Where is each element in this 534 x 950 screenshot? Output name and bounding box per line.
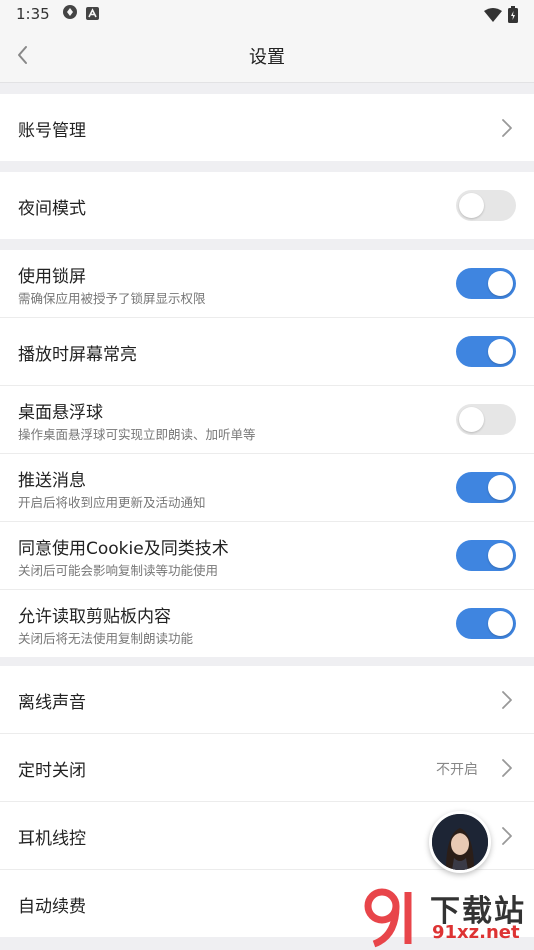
floating-ball-label: 桌面悬浮球 [18, 403, 103, 423]
chevron-right-icon [502, 759, 512, 777]
floating-ball-sub: 操作桌面悬浮球可实现立即朗读、加听单等 [18, 427, 256, 442]
chevron-right-icon [502, 691, 512, 709]
timer-off-value: 不开启 [436, 762, 478, 778]
chevron-right-icon [502, 827, 512, 845]
push-messages-row: 推送消息 开启后将收到应用更新及活动通知 [0, 454, 534, 522]
clipboard-sub: 关闭后将无法使用复制朗读功能 [18, 631, 194, 646]
timer-off-row[interactable]: 定时关闭 不开启 [0, 734, 534, 802]
cookie-consent-toggle[interactable] [456, 540, 516, 571]
status-time: 1:35 [16, 5, 50, 23]
a-notification-icon [85, 5, 99, 24]
floating-ball-toggle[interactable] [456, 404, 516, 435]
toggle-knob [459, 407, 484, 432]
screen-on-row: 播放时屏幕常亮 [0, 318, 534, 386]
timer-off-label: 定时关闭 [18, 761, 86, 781]
night-mode-label: 夜间模式 [18, 199, 86, 219]
push-messages-sub: 开启后将收到应用更新及活动通知 [18, 495, 206, 510]
watermark-logo: 下载站 91xz.net [362, 884, 532, 948]
push-messages-toggle[interactable] [456, 472, 516, 503]
headset-control-label: 耳机线控 [18, 829, 86, 849]
toggle-knob [488, 543, 513, 568]
wifi-icon [484, 7, 502, 26]
account-management-row[interactable]: 账号管理 [0, 94, 534, 161]
battery-icon [508, 6, 518, 27]
page-title: 设置 [249, 47, 285, 68]
floating-ball-row: 桌面悬浮球 操作桌面悬浮球可实现立即朗读、加听单等 [0, 386, 534, 454]
cookie-consent-label: 同意使用Cookie及同类技术 [18, 539, 229, 559]
offline-voice-label: 离线声音 [18, 693, 86, 713]
lock-screen-row: 使用锁屏 需确保应用被授予了锁屏显示权限 [0, 250, 534, 318]
screen-on-label: 播放时屏幕常亮 [18, 345, 137, 365]
status-bar: 1:35 [0, 0, 534, 28]
toggle-knob [488, 475, 513, 500]
app-notification-icon [62, 4, 78, 24]
section-toggles: 使用锁屏 需确保应用被授予了锁屏显示权限 播放时屏幕常亮 桌面悬浮球 操作桌面悬… [0, 250, 534, 657]
lock-screen-label: 使用锁屏 [18, 267, 86, 287]
cookie-consent-row: 同意使用Cookie及同类技术 关闭后可能会影响复制读等功能使用 [0, 522, 534, 590]
auto-renew-label: 自动续费 [18, 897, 86, 917]
avatar-portrait-icon [432, 814, 488, 870]
clipboard-toggle[interactable] [456, 608, 516, 639]
watermark-91-icon [364, 888, 412, 948]
watermark-url: 91xz.net [432, 922, 520, 943]
push-messages-label: 推送消息 [18, 471, 86, 491]
clipboard-label: 允许读取剪贴板内容 [18, 607, 171, 627]
nav-bar: 设置 [0, 28, 534, 83]
toggle-knob [488, 611, 513, 636]
screen-on-toggle[interactable] [456, 336, 516, 367]
account-management-label: 账号管理 [18, 121, 86, 141]
offline-voice-row[interactable]: 离线声音 [0, 666, 534, 734]
section-account: 账号管理 [0, 94, 534, 161]
toggle-knob [488, 339, 513, 364]
lock-screen-toggle[interactable] [456, 268, 516, 299]
night-mode-toggle[interactable] [456, 190, 516, 221]
clipboard-row: 允许读取剪贴板内容 关闭后将无法使用复制朗读功能 [0, 590, 534, 657]
chevron-right-icon [502, 119, 512, 137]
section-night-mode: 夜间模式 [0, 172, 534, 239]
toggle-knob [488, 271, 513, 296]
toggle-knob [459, 193, 484, 218]
floating-avatar[interactable] [429, 811, 491, 873]
night-mode-row: 夜间模式 [0, 172, 534, 239]
lock-screen-sub: 需确保应用被授予了锁屏显示权限 [18, 291, 206, 306]
cookie-consent-sub: 关闭后可能会影响复制读等功能使用 [18, 563, 219, 578]
